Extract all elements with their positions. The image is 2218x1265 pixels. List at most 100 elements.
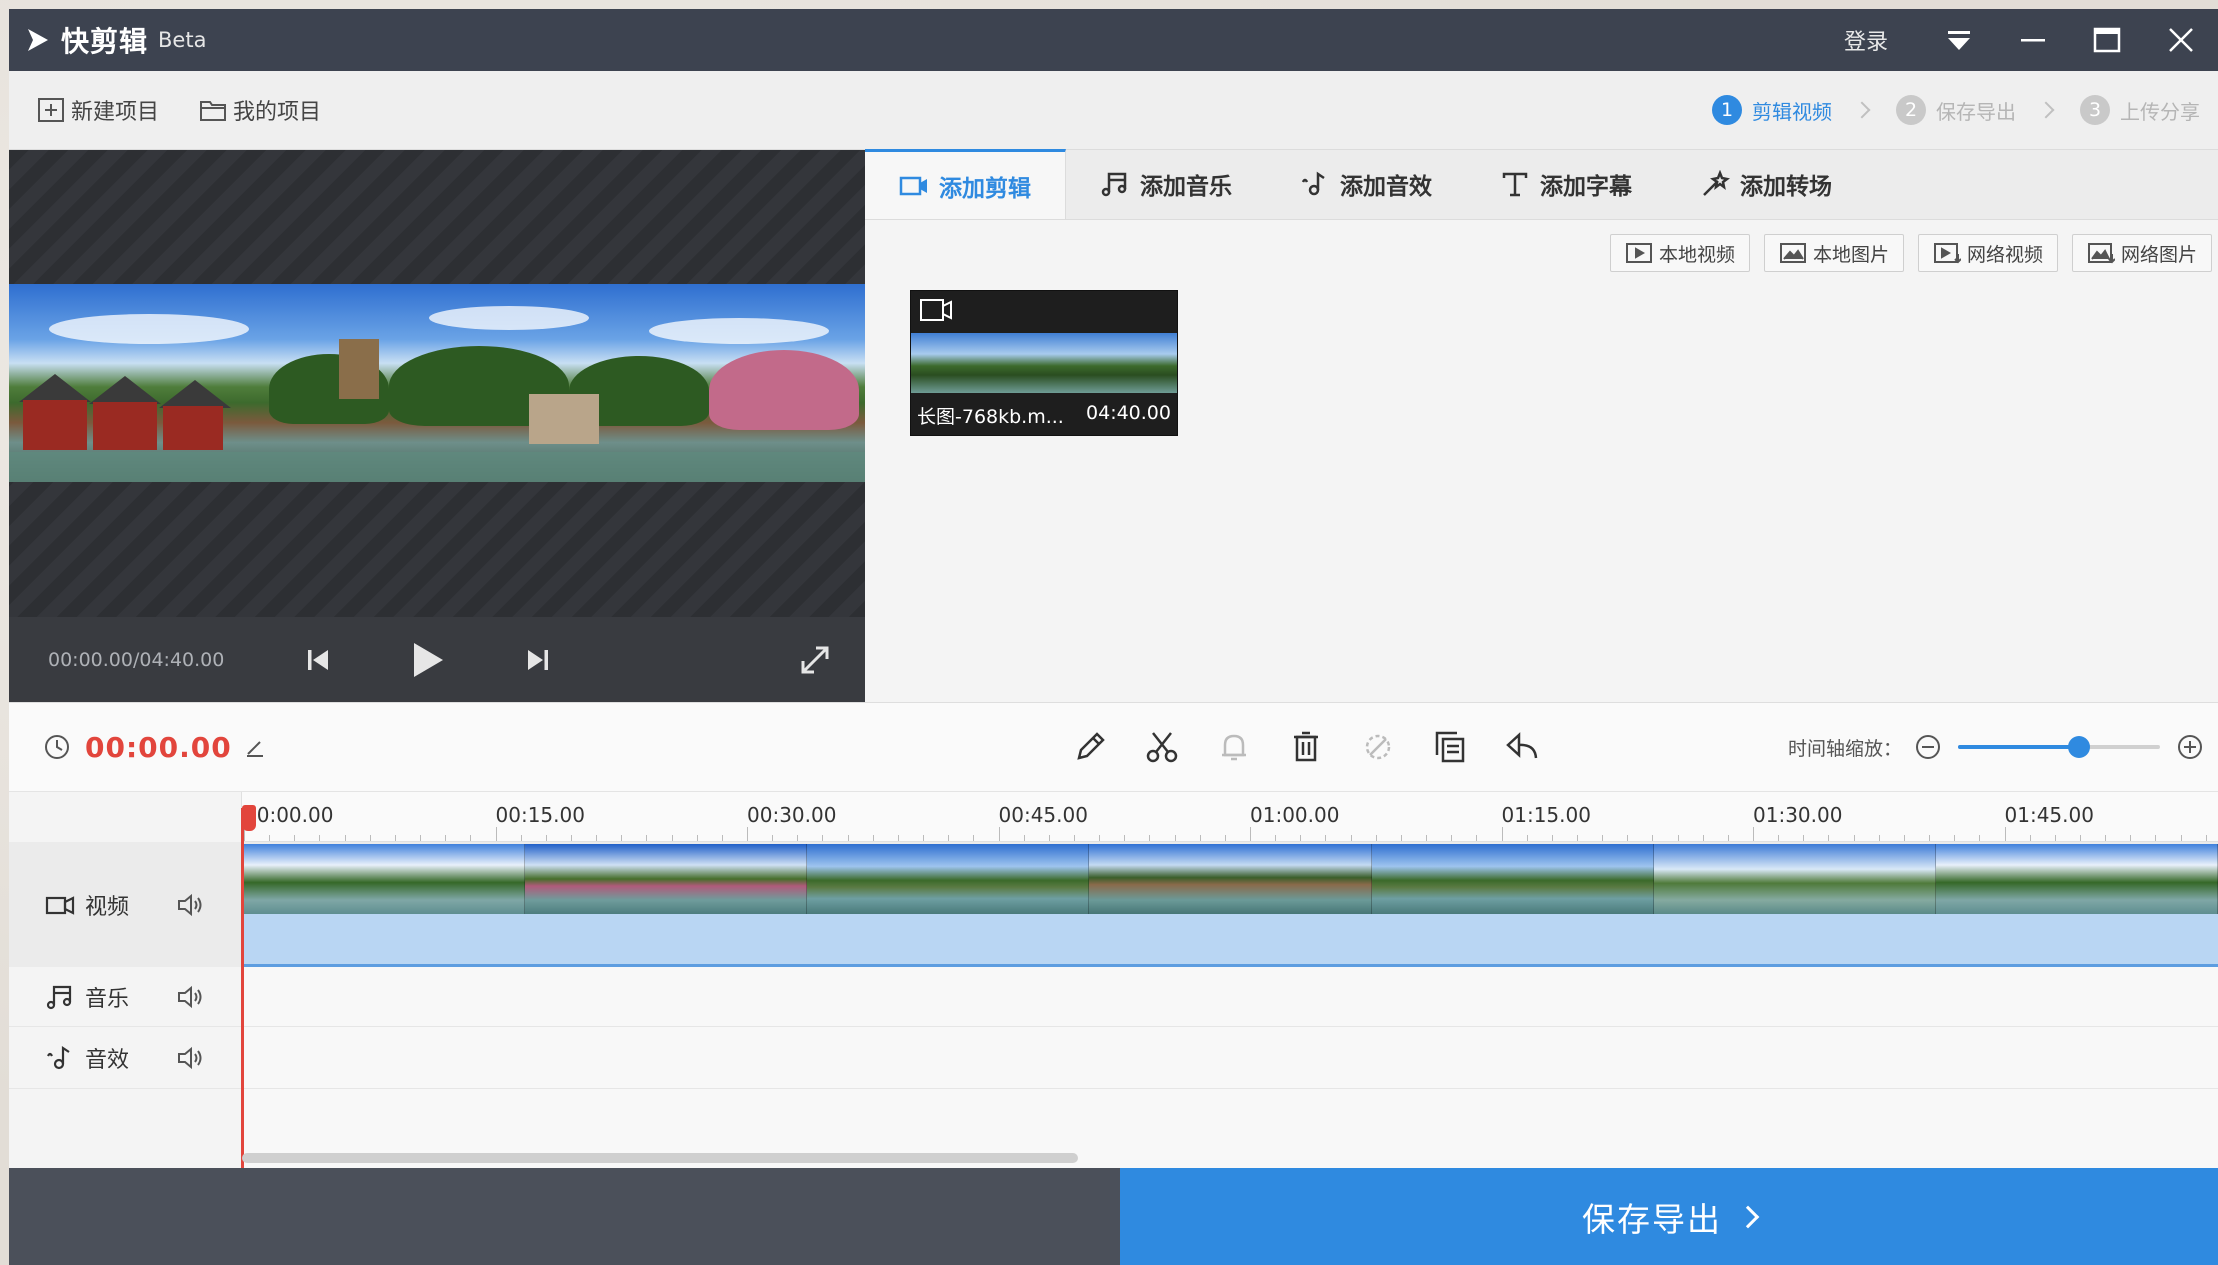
- timeline-ruler[interactable]: 00:00.00 00:15.00 00:30.00 00:45.00 01:00.00…: [242, 792, 2218, 842]
- chevron-right-icon: [2037, 101, 2055, 119]
- timeline-scrollbar[interactable]: [242, 1153, 1078, 1163]
- previous-frame-button[interactable]: [298, 645, 338, 675]
- local-image-button[interactable]: 本地图片: [1763, 234, 1904, 272]
- step-upload-share[interactable]: 3 上传分享: [2080, 95, 2200, 125]
- add-box-icon: [38, 98, 64, 122]
- ruler-tick: [269, 835, 271, 841]
- ruler-tick: [1979, 835, 1981, 841]
- ruler-tick: [596, 835, 598, 841]
- zoom-out-icon[interactable]: [1914, 733, 1942, 761]
- tab-add-clip[interactable]: 添加剪辑: [865, 149, 1066, 219]
- media-panel: 添加剪辑 添加音乐 添加音效 添加字幕 添加转场 本地视频 本地图片 网络视频 …: [865, 149, 2218, 702]
- bell-icon: [1222, 734, 1246, 761]
- ruler-tick: [1929, 835, 1931, 841]
- ruler-tick: [1250, 827, 1251, 841]
- ruler-tick: [1048, 835, 1050, 841]
- ruler-tick: [998, 827, 1000, 841]
- new-project-button[interactable]: 新建项目: [37, 94, 159, 126]
- ruler-tick: [1526, 835, 1528, 841]
- zoom-slider[interactable]: [1958, 736, 2160, 758]
- next-frame-button[interactable]: [518, 645, 558, 675]
- ruler-tick: [2105, 835, 2107, 841]
- step-save-export[interactable]: 2 保存导出: [1896, 95, 2016, 125]
- ruler-tick: [797, 835, 799, 841]
- preview-panel: 00:00.00/04:40.00: [9, 150, 865, 702]
- video-camera-icon: [899, 176, 927, 195]
- image-file-icon: [1779, 243, 1806, 263]
- ruler-tick: [495, 827, 497, 841]
- menu-dropdown-button[interactable]: [1922, 9, 1996, 71]
- copy-icon: [1435, 731, 1465, 763]
- ruler-tick: [1803, 835, 1805, 841]
- logo-play-icon: [25, 27, 51, 53]
- chevron-right-icon: [1736, 1205, 1760, 1228]
- edit-time-icon[interactable]: [244, 736, 266, 758]
- minimize-button[interactable]: [1996, 9, 2070, 71]
- ruler-tick: [1828, 835, 1830, 841]
- ruler-tick: [1476, 835, 1478, 841]
- track-label: 音效: [85, 1047, 130, 1073]
- volume-icon[interactable]: [176, 1045, 206, 1071]
- pencil-button[interactable]: [1054, 728, 1126, 766]
- close-button[interactable]: [2144, 9, 2218, 71]
- step-edit-video[interactable]: 1 剪辑视频: [1712, 95, 1832, 125]
- beta-label: Beta: [158, 28, 207, 52]
- export-label: 保存导出: [1582, 1199, 1722, 1239]
- ruler-tick: [1124, 835, 1126, 841]
- tab-add-transition[interactable]: 添加转场: [1666, 149, 1866, 219]
- zoom-slider-fill: [1958, 745, 2080, 749]
- sound-effect-track: 音效: [9, 1027, 2218, 1089]
- ruler-tick: [1954, 835, 1956, 841]
- edit-toolbar: 00:00.00 时间轴缩放：: [9, 702, 2218, 792]
- zoom-in-icon[interactable]: [2176, 733, 2204, 761]
- playhead-line[interactable]: [241, 808, 244, 1170]
- clip-duration: 04:40.00: [1086, 402, 1171, 424]
- cut-button[interactable]: [1126, 728, 1198, 766]
- ruler-tick: [1375, 835, 1377, 841]
- zoom-label: 时间轴缩放：: [1787, 737, 1902, 760]
- ruler-tick: [1753, 827, 1754, 841]
- timeline: 00:00.00 00:15.00 00:30.00 00:45.00 01:00.00…: [9, 792, 2218, 1177]
- bell-button[interactable]: [1198, 728, 1270, 766]
- save-export-button[interactable]: 保存导出: [1120, 1168, 2218, 1265]
- detach-button[interactable]: [1342, 728, 1414, 766]
- fullscreen-button[interactable]: [795, 643, 835, 677]
- tab-add-music[interactable]: 添加音乐: [1066, 149, 1266, 219]
- step-number: 2: [1896, 95, 1926, 125]
- volume-icon[interactable]: [176, 984, 206, 1010]
- delete-button[interactable]: [1270, 728, 1342, 766]
- ruler-tick: [897, 835, 899, 841]
- video-file-icon: [1625, 243, 1652, 263]
- copy-button[interactable]: [1414, 728, 1486, 766]
- my-projects-button[interactable]: 我的项目: [199, 94, 321, 126]
- zoom-slider-handle[interactable]: [2068, 736, 2091, 758]
- tab-add-sound-effect[interactable]: 添加音效: [1266, 149, 1466, 219]
- maximize-button[interactable]: [2070, 9, 2144, 71]
- tab-add-subtitle[interactable]: 添加字幕: [1466, 149, 1666, 219]
- ruler-tick: [1400, 835, 1402, 841]
- ruler-tick: [646, 835, 648, 841]
- local-video-button[interactable]: 本地视频: [1609, 234, 1750, 272]
- web-image-button[interactable]: 网络图片: [2071, 234, 2212, 272]
- tab-label: 添加剪辑: [939, 175, 1031, 202]
- video-camera-icon: [920, 299, 952, 321]
- undo-button[interactable]: [1486, 728, 1558, 766]
- track-label: 视频: [85, 894, 130, 920]
- ruler-tick: [923, 835, 925, 841]
- source-buttons: 本地视频 本地图片 网络视频 网络图片: [865, 220, 2218, 272]
- video-preview-frame[interactable]: [9, 284, 865, 482]
- media-clip-card[interactable]: 长图-768kb.m... 04:40.00: [910, 290, 1178, 436]
- clip-thumbnail: [911, 333, 1177, 393]
- video-clip-strip[interactable]: [243, 844, 2218, 967]
- title-bar: 快剪辑 Beta 登录: [9, 9, 2218, 71]
- music-note-icon: [1101, 172, 1127, 197]
- ruler-tick: [1903, 835, 1905, 841]
- sound-effect-icon: [1301, 171, 1325, 196]
- web-video-button[interactable]: 网络视频: [1917, 234, 2058, 272]
- login-link[interactable]: 登录: [1844, 24, 1888, 56]
- ruler-tick-label: 01:45.00: [2004, 803, 2094, 827]
- music-track: 音乐: [9, 967, 2218, 1027]
- volume-icon[interactable]: [176, 892, 206, 918]
- play-button[interactable]: [406, 641, 450, 679]
- playhead-handle[interactable]: [242, 805, 256, 831]
